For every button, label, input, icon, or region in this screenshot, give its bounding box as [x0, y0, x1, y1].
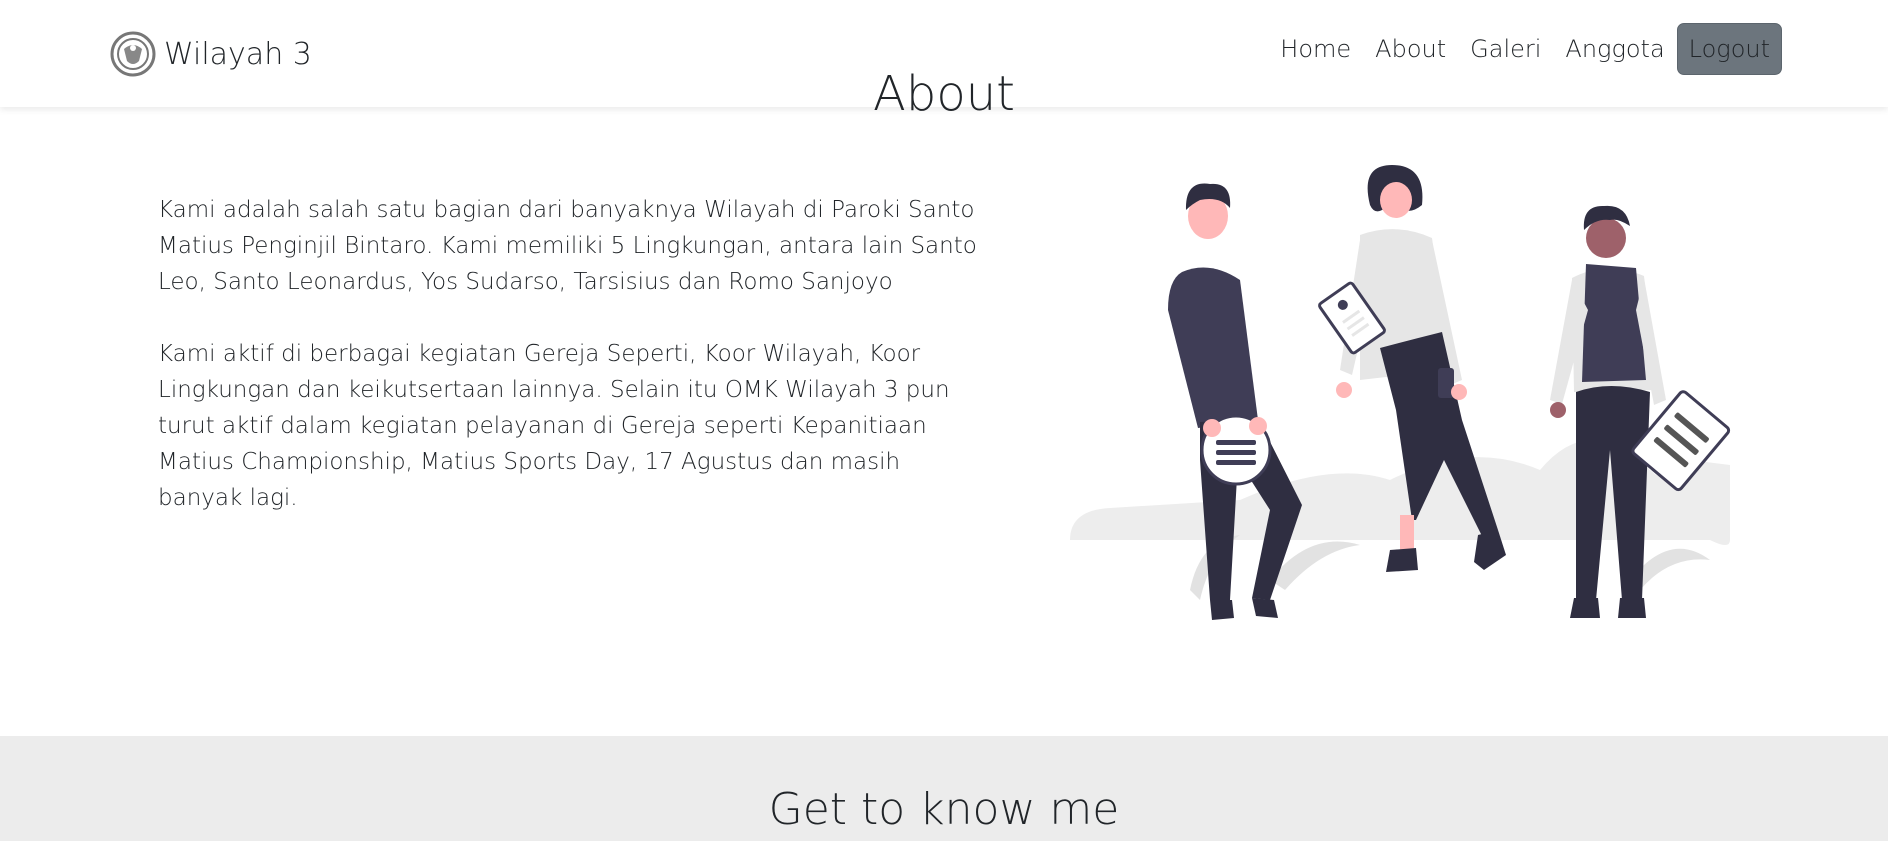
about-description: Kami adalah salah satu bagian dari banya…: [158, 192, 978, 552]
section-title: Get to know me: [768, 784, 1120, 835]
nav-anggota-link[interactable]: Anggota: [1565, 35, 1664, 63]
team-illustration: [1070, 165, 1731, 620]
nav-galeri-link[interactable]: Galeri: [1470, 35, 1541, 63]
about-paragraph: Kami aktif di berbagai kegiatan Gereja S…: [158, 341, 950, 511]
about-title: About: [873, 66, 1015, 122]
nav-home-link[interactable]: Home: [1280, 35, 1351, 63]
nav-about-link[interactable]: About: [1375, 35, 1446, 63]
about-paragraph: Kami adalah salah satu bagian dari banya…: [158, 197, 977, 295]
